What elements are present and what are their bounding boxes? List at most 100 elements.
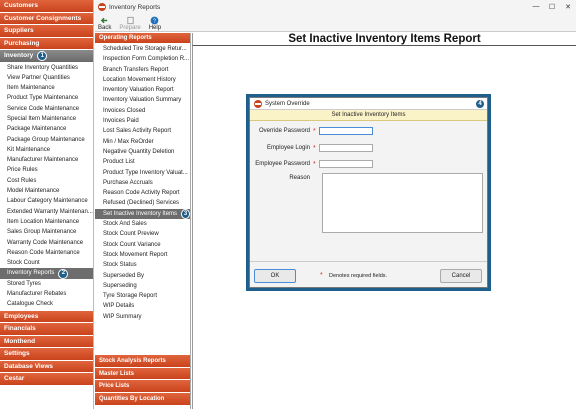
- report-list-item[interactable]: Set Inactive Inventory Items 3: [95, 208, 190, 220]
- report-list-item[interactable]: Scheduled Tire Storage Retur...: [95, 44, 190, 54]
- nav-menu-item[interactable]: Share Inventory Quantities: [0, 63, 93, 73]
- report-list-item[interactable]: Refused (Declined) Services: [95, 198, 190, 208]
- nav-menu-item[interactable]: Stored Tyres: [0, 279, 93, 289]
- report-item-label: Refused (Declined) Services: [103, 200, 180, 207]
- nav-menu-item[interactable]: Manufacturer Maintenance: [0, 155, 93, 165]
- nav-menu-item[interactable]: Inventory Reports 2: [0, 268, 93, 279]
- minimize-icon[interactable]: —: [528, 3, 544, 11]
- nav-category[interactable]: Cestar: [0, 373, 93, 386]
- report-group-header[interactable]: Master Lists: [95, 367, 190, 381]
- report-list-item[interactable]: Invoices Closed: [95, 106, 190, 116]
- report-list-item[interactable]: Purchase Accruals: [95, 178, 190, 188]
- report-list-item[interactable]: Reason Code Activity Report: [95, 188, 190, 198]
- window-title: Inventory Reports: [109, 3, 161, 11]
- nav-category[interactable]: Database Views: [0, 360, 93, 373]
- report-list-item[interactable]: Product List: [95, 157, 190, 167]
- report-list-item[interactable]: Product Type Inventory Valuat...: [95, 168, 190, 178]
- ok-button[interactable]: OK: [254, 269, 296, 283]
- nav-menu-item[interactable]: Product Type Maintenance: [0, 93, 93, 103]
- dialog-logo-icon: [254, 99, 262, 108]
- employee-password-input[interactable]: [319, 160, 373, 168]
- back-label: Back: [98, 25, 112, 31]
- nav-menu-item[interactable]: Kit Maintenance: [0, 145, 93, 155]
- nav-menu-item[interactable]: Cost Rules: [0, 176, 93, 186]
- close-icon[interactable]: ✕: [560, 3, 576, 11]
- nav-menu-item-label: Price Rules: [7, 167, 38, 174]
- nav-menu-item[interactable]: Model Maintenance: [0, 186, 93, 196]
- nav-menu-item[interactable]: Stock Count: [0, 258, 93, 268]
- override-password-input[interactable]: [319, 127, 373, 135]
- report-list-item[interactable]: Branch Transfers Report: [95, 65, 190, 75]
- report-list-item[interactable]: Stock Count Preview: [95, 229, 190, 239]
- report-group-operating[interactable]: Operating Reports: [95, 33, 190, 44]
- nav-category-inventory[interactable]: Inventory 1: [0, 50, 93, 63]
- nav-menu-item[interactable]: Price Rules: [0, 165, 93, 175]
- report-group-header[interactable]: Price Lists: [95, 380, 190, 394]
- prepare-button[interactable]: Prepare: [119, 16, 141, 31]
- report-list-item[interactable]: Lost Sales Activity Report: [95, 126, 190, 136]
- svg-text:?: ?: [153, 19, 156, 25]
- nav-menu-item[interactable]: Sales Group Maintenance: [0, 227, 93, 237]
- report-item-label: Tyre Storage Report: [103, 293, 158, 300]
- nav-category[interactable]: Employees: [0, 310, 93, 323]
- reason-label: Reason: [289, 175, 310, 181]
- help-button[interactable]: ? Help: [149, 16, 161, 31]
- nav-category[interactable]: Monthend: [0, 335, 93, 348]
- employee-login-input[interactable]: [319, 144, 373, 152]
- report-list-item[interactable]: Location Movement History: [95, 75, 190, 85]
- step-badge: 1: [37, 50, 48, 61]
- nav-menu-item-label: Stored Tyres: [7, 280, 41, 287]
- nav-menu-item-label: Labour Category Maintenance: [7, 198, 88, 205]
- report-list-item[interactable]: Inspection Form Completion R...: [95, 54, 190, 64]
- report-item-label: Superseding: [103, 282, 137, 289]
- report-item-label: Stock And Sales: [103, 221, 147, 228]
- nav-menu-item[interactable]: Item Maintenance: [0, 83, 93, 93]
- report-list-item[interactable]: Inventory Valuation Summary: [95, 95, 190, 105]
- cancel-button[interactable]: Cancel: [440, 269, 482, 283]
- nav-menu-item[interactable]: Package Maintenance: [0, 124, 93, 134]
- nav-menu-item[interactable]: Item Location Maintenance: [0, 217, 93, 227]
- nav-menu-item[interactable]: Catalogue Check: [0, 299, 93, 309]
- back-button[interactable]: Back: [98, 16, 111, 31]
- nav-menu-item[interactable]: Reason Code Maintenance: [0, 248, 93, 258]
- nav-menu-item-label: Inventory Reports: [7, 270, 55, 277]
- report-item-label: Negative Quantity Deletion: [103, 148, 175, 155]
- nav-category[interactable]: Suppliers: [0, 25, 93, 38]
- dialog-footer: OK * Denotes required fields. Cancel: [250, 261, 487, 287]
- nav-category[interactable]: Purchasing: [0, 37, 93, 50]
- nav-menu-item[interactable]: Package Group Maintenance: [0, 135, 93, 145]
- report-list-item[interactable]: Tyre Storage Report: [95, 291, 190, 301]
- nav-category[interactable]: Financials: [0, 323, 93, 336]
- report-list-item[interactable]: Stock Count Variance: [95, 240, 190, 250]
- nav-category[interactable]: Customers: [0, 0, 93, 13]
- report-list-item[interactable]: Stock Movement Report: [95, 250, 190, 260]
- report-list-item[interactable]: Superseded By: [95, 271, 190, 281]
- nav-menu-item[interactable]: Manufacturer Rebates: [0, 289, 93, 299]
- report-item-label: Purchase Accruals: [103, 179, 153, 186]
- report-list-item[interactable]: Inventory Valuation Report: [95, 85, 190, 95]
- report-list-item[interactable]: WIP Details: [95, 301, 190, 311]
- nav-category[interactable]: Settings: [0, 348, 93, 361]
- report-list-item[interactable]: WIP Summary: [95, 312, 190, 322]
- nav-menu-item[interactable]: Service Code Maintenance: [0, 104, 93, 114]
- report-item-label: Lost Sales Activity Report: [103, 128, 172, 135]
- nav-menu-item[interactable]: Extended Warranty Maintenan...: [0, 207, 93, 217]
- nav-menu-item[interactable]: Labour Category Maintenance: [0, 196, 93, 206]
- employee-password-row: Employee Password *: [250, 159, 373, 169]
- nav-menu-item[interactable]: Warranty Code Maintenance: [0, 238, 93, 248]
- report-list: Scheduled Tire Storage Retur... Inspectio…: [95, 44, 190, 355]
- maximize-icon[interactable]: ☐: [544, 3, 560, 11]
- reason-textarea[interactable]: [322, 173, 483, 233]
- nav-category[interactable]: Customer Consignments: [0, 12, 93, 25]
- nav-menu-item[interactable]: View Partner Quantities: [0, 73, 93, 83]
- nav-category-label: Inventory: [4, 51, 34, 59]
- nav-menu-item[interactable]: Special Item Maintenance: [0, 114, 93, 124]
- report-group-header[interactable]: Quantities By Location: [95, 393, 190, 406]
- report-group-header[interactable]: Stock Analysis Reports: [95, 355, 190, 368]
- report-list-item[interactable]: Stock Status: [95, 260, 190, 270]
- report-list-item[interactable]: Negative Quantity Deletion: [95, 147, 190, 157]
- report-list-item[interactable]: Superseding: [95, 281, 190, 291]
- report-list-item[interactable]: Invoices Paid: [95, 116, 190, 126]
- report-list-item[interactable]: Stock And Sales: [95, 219, 190, 229]
- report-list-item[interactable]: Min / Max ReOrder: [95, 137, 190, 147]
